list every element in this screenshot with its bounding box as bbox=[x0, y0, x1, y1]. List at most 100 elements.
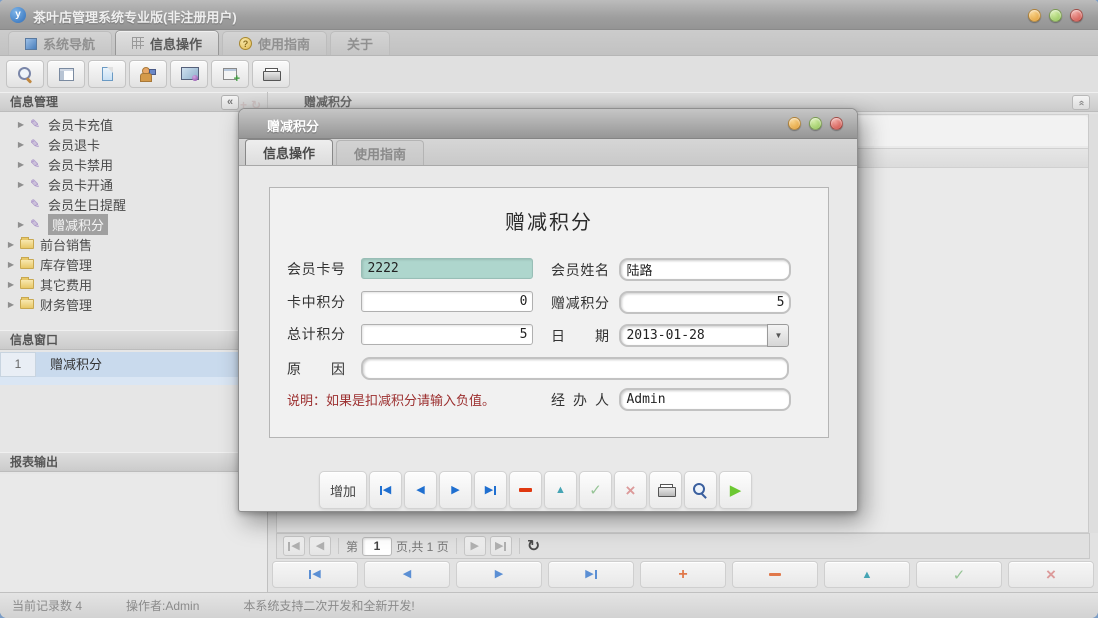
tree-item-birthday-reminder[interactable]: ✎会员生日提醒 bbox=[0, 194, 267, 214]
expand-arrow-icon[interactable]: ▶ bbox=[16, 140, 26, 149]
form-row-note: 说明：如果是扣减积分请输入负值。 bbox=[287, 390, 495, 412]
dialog-maximize-button[interactable] bbox=[809, 117, 822, 130]
search-button[interactable] bbox=[6, 60, 44, 88]
member-name-input[interactable] bbox=[619, 258, 791, 281]
form-view-button[interactable] bbox=[47, 60, 85, 88]
next-button[interactable]: ▶ bbox=[439, 471, 472, 509]
first-button[interactable]: ◀ bbox=[369, 471, 402, 509]
edit-button[interactable]: ▲ bbox=[544, 471, 577, 509]
sidebar: 信息管理 « +↻ ▶✎会员卡充值 ▶✎会员退卡 ▶✎会员卡禁用 ▶✎会员卡开通… bbox=[0, 92, 268, 592]
tree-item-label: 会员退卡 bbox=[48, 135, 100, 154]
print-preview-button[interactable] bbox=[684, 471, 717, 509]
dialog-minimize-button[interactable] bbox=[788, 117, 801, 130]
sidebar-collapse-button[interactable]: « bbox=[221, 95, 239, 110]
expand-arrow-icon[interactable]: ▶ bbox=[6, 300, 16, 309]
close-button[interactable] bbox=[1070, 9, 1083, 22]
tree-item-label: 库存管理 bbox=[40, 255, 92, 274]
expand-arrow-icon[interactable]: ▶ bbox=[6, 240, 16, 249]
tree-item-points-adjust[interactable]: ▶ ✎ 赠减积分 bbox=[0, 214, 267, 234]
record-add-button[interactable]: + bbox=[640, 561, 726, 588]
record-delete-button[interactable] bbox=[732, 561, 818, 588]
tree-item-label: 会员卡开通 bbox=[48, 175, 113, 194]
tree-item-card-return[interactable]: ▶ ✎ 会员退卡 bbox=[0, 134, 267, 154]
print-button[interactable] bbox=[252, 60, 290, 88]
page-last-button[interactable]: ▶ bbox=[490, 536, 512, 556]
execute-button[interactable]: ▶ bbox=[719, 471, 752, 509]
prev-record-icon: ◀ bbox=[416, 485, 424, 496]
print-record-button[interactable] bbox=[649, 471, 682, 509]
form-row-delta-points: 赠减积分 bbox=[551, 291, 791, 313]
operator-input[interactable] bbox=[619, 388, 791, 411]
new-document-button[interactable] bbox=[88, 60, 126, 88]
card-points-input[interactable] bbox=[361, 291, 533, 312]
record-edit-button[interactable]: ▲ bbox=[824, 561, 910, 588]
vertical-scrollbar[interactable] bbox=[1088, 114, 1098, 533]
prev-button[interactable]: ◀ bbox=[404, 471, 437, 509]
page-next-button[interactable]: ▶ bbox=[464, 536, 486, 556]
last-page-icon: ▶ bbox=[495, 541, 506, 552]
next-page-icon: ▶ bbox=[470, 541, 478, 552]
page-suffix-label: 页,共 1 页 bbox=[396, 538, 449, 555]
tab-system-nav[interactable]: 系统导航 bbox=[8, 31, 112, 55]
dialog-tab-user-guide[interactable]: 使用指南 bbox=[336, 140, 424, 165]
card-no-input[interactable] bbox=[361, 258, 533, 279]
form-row-date: 日 期 ▼ bbox=[551, 324, 789, 346]
operator-report-button[interactable] bbox=[129, 60, 167, 88]
dialog-title-bar[interactable]: 赠减积分 bbox=[239, 109, 857, 139]
operator-field-label: 经 办 人 bbox=[551, 390, 609, 410]
delete-button[interactable] bbox=[509, 471, 542, 509]
expand-arrow-icon[interactable]: ▶ bbox=[6, 280, 16, 289]
total-points-input[interactable] bbox=[361, 324, 533, 345]
expand-arrow-icon[interactable]: ▶ bbox=[16, 180, 26, 189]
reason-input[interactable] bbox=[361, 357, 789, 380]
save-button[interactable]: ✓ bbox=[579, 471, 612, 509]
expand-arrow-icon[interactable]: ▶ bbox=[16, 160, 26, 169]
dialog-tab-info-operation[interactable]: 信息操作 bbox=[245, 139, 333, 165]
date-dropdown-button[interactable]: ▼ bbox=[767, 324, 789, 347]
total-points-label: 总计积分 bbox=[287, 324, 345, 344]
tree-item-front-sales[interactable]: ▶前台销售 bbox=[0, 234, 267, 254]
tree-item-card-disable[interactable]: ▶✎会员卡禁用 bbox=[0, 154, 267, 174]
date-input[interactable] bbox=[619, 324, 767, 347]
page-first-button[interactable]: ◀ bbox=[283, 536, 305, 556]
last-button[interactable]: ▶ bbox=[474, 471, 507, 509]
tree-item-card-recharge[interactable]: ▶✎会员卡充值 bbox=[0, 114, 267, 134]
tool-icon: ✎ bbox=[30, 218, 43, 231]
row-number: 1 bbox=[0, 352, 36, 377]
member-name-label: 会员姓名 bbox=[551, 260, 609, 280]
maximize-button[interactable] bbox=[1049, 9, 1062, 22]
expand-arrow-icon[interactable]: ▶ bbox=[16, 220, 26, 229]
record-prev-button[interactable]: ◀ bbox=[364, 561, 450, 588]
remote-monitor-button[interactable] bbox=[170, 60, 208, 88]
info-window-row[interactable]: 1 赠减积分 bbox=[0, 352, 267, 377]
tree-item-card-enable[interactable]: ▶✎会员卡开通 bbox=[0, 174, 267, 194]
expand-arrow-icon[interactable]: ▶ bbox=[16, 120, 26, 129]
page-prev-button[interactable]: ◀ bbox=[309, 536, 331, 556]
tree-item-label-selected: 赠减积分 bbox=[48, 214, 108, 235]
page-number-input[interactable] bbox=[362, 537, 392, 556]
tree-item-other-fees[interactable]: ▶其它费用 bbox=[0, 274, 267, 294]
tab-info-operation[interactable]: 信息操作 bbox=[115, 30, 219, 55]
record-first-button[interactable]: ◀ bbox=[272, 561, 358, 588]
record-confirm-button[interactable]: ✓ bbox=[916, 561, 1002, 588]
record-cancel-button[interactable]: × bbox=[1008, 561, 1094, 588]
cancel-button[interactable]: × bbox=[614, 471, 647, 509]
new-window-button[interactable] bbox=[211, 60, 249, 88]
minimize-button[interactable] bbox=[1028, 9, 1041, 22]
add-record-button[interactable]: 增加 bbox=[319, 471, 367, 509]
first-page-icon: ◀ bbox=[288, 541, 299, 552]
record-next-button[interactable]: ▶ bbox=[456, 561, 542, 588]
grid-icon bbox=[132, 37, 144, 49]
record-last-button[interactable]: ▶ bbox=[548, 561, 634, 588]
tree-item-inventory[interactable]: ▶ 库存管理 bbox=[0, 254, 267, 274]
expand-arrow-icon[interactable]: ▶ bbox=[6, 260, 16, 269]
refresh-icon[interactable]: ↻ bbox=[527, 536, 540, 556]
delta-points-input[interactable] bbox=[619, 291, 791, 314]
form-row-member-name: 会员姓名 bbox=[551, 258, 791, 280]
tab-user-guide[interactable]: ? 使用指南 bbox=[222, 31, 327, 55]
tool-icon: ✎ bbox=[30, 138, 43, 151]
tab-about[interactable]: 关于 bbox=[330, 31, 390, 55]
panel-collapse-button[interactable]: « bbox=[1072, 95, 1090, 110]
dialog-close-button[interactable] bbox=[830, 117, 843, 130]
tree-item-finance[interactable]: ▶财务管理 bbox=[0, 294, 267, 314]
